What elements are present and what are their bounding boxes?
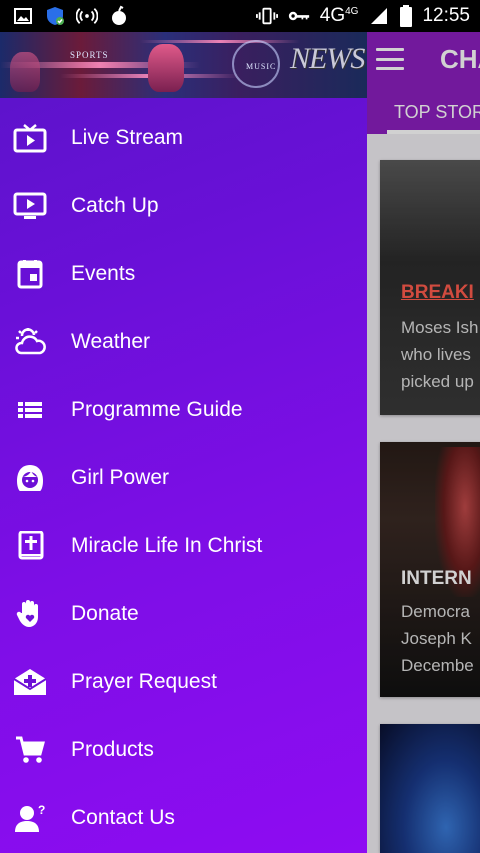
menu-item-products[interactable]: Products bbox=[0, 716, 367, 784]
banner-sports-text: SPORTS bbox=[70, 50, 109, 60]
menu-item-events[interactable]: Events bbox=[0, 240, 367, 308]
security-shield-icon bbox=[44, 6, 66, 26]
navigation-drawer: SPORTS MUSIC NEWS Live Stream Catch Up E… bbox=[0, 32, 367, 853]
menu-item-label: Girl Power bbox=[71, 466, 170, 489]
key-icon bbox=[288, 6, 310, 26]
drawer-scrim[interactable] bbox=[367, 32, 480, 853]
banner-news-text: NEWS bbox=[290, 42, 365, 75]
person-question-icon: ? bbox=[12, 803, 48, 833]
menu-item-contact-us[interactable]: ? Contact Us bbox=[0, 784, 367, 852]
status-bar: 4G 4G 12:55 bbox=[0, 0, 480, 32]
image-icon bbox=[12, 6, 34, 26]
menu-item-label: Donate bbox=[71, 602, 139, 625]
menu-item-label: Prayer Request bbox=[71, 670, 217, 693]
menu-item-label: Catch Up bbox=[71, 194, 159, 217]
menu-item-label: Miracle Life In Christ bbox=[71, 534, 263, 557]
menu-item-label: Products bbox=[71, 738, 154, 761]
menu-item-catch-up[interactable]: Catch Up bbox=[0, 172, 367, 240]
cart-icon bbox=[12, 735, 48, 765]
menu-item-weather[interactable]: Weather bbox=[0, 308, 367, 376]
menu-item-label: Contact Us bbox=[71, 806, 175, 829]
bible-icon bbox=[12, 530, 48, 561]
drawer-header-banner: SPORTS MUSIC NEWS bbox=[0, 32, 367, 98]
menu-item-label: Live Stream bbox=[71, 126, 184, 149]
battery-icon bbox=[400, 5, 413, 27]
hand-heart-icon bbox=[12, 599, 48, 629]
svg-text:?: ? bbox=[38, 803, 45, 817]
menu-item-live-stream[interactable]: Live Stream bbox=[0, 104, 367, 172]
menu-item-miracle-life-in-christ[interactable]: Miracle Life In Christ bbox=[0, 512, 367, 580]
menu-item-label: Weather bbox=[71, 330, 150, 353]
clock: 12:55 bbox=[422, 5, 470, 26]
network-type: 4G 4G bbox=[319, 5, 359, 26]
menu-item-prayer-request[interactable]: Prayer Request bbox=[0, 648, 367, 716]
monitor-play-icon bbox=[12, 191, 48, 221]
tv-play-icon bbox=[12, 123, 48, 153]
signal-icon bbox=[368, 6, 390, 26]
calendar-icon bbox=[12, 259, 48, 289]
menu-item-label: Events bbox=[71, 262, 136, 285]
list-icon bbox=[12, 395, 48, 425]
banner-music-text: MUSIC bbox=[246, 62, 277, 71]
woman-icon bbox=[12, 463, 48, 493]
menu-item-donate[interactable]: Donate bbox=[0, 580, 367, 648]
vibrate-icon bbox=[255, 6, 278, 26]
menu-item-programme-guide[interactable]: Programme Guide bbox=[0, 376, 367, 444]
bomb-icon bbox=[108, 5, 130, 26]
menu-item-label: Programme Guide bbox=[71, 398, 243, 421]
envelope-cross-icon bbox=[12, 667, 48, 697]
weather-icon bbox=[12, 327, 48, 357]
menu-item-girl-power[interactable]: Girl Power bbox=[0, 444, 367, 512]
broadcast-icon bbox=[76, 6, 98, 26]
